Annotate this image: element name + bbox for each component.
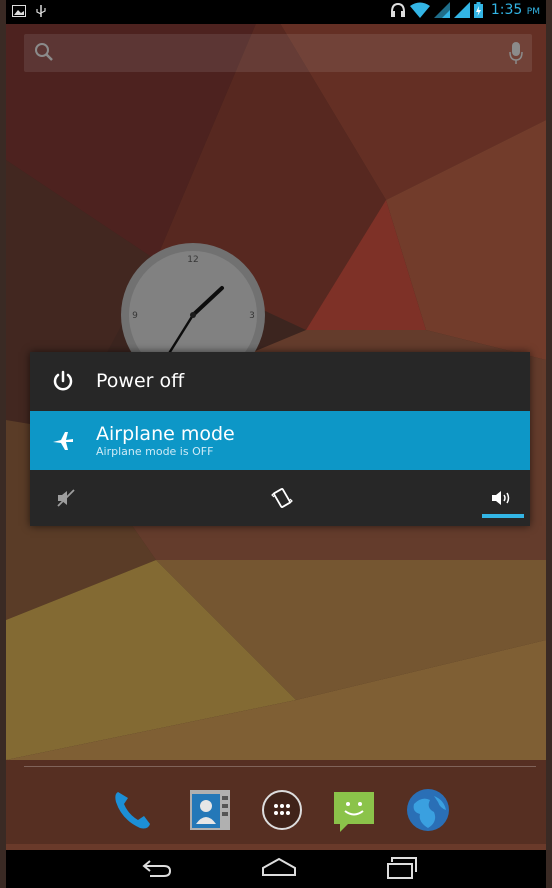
status-bar: 1:35 PM — [6, 0, 546, 24]
vibrate-icon — [271, 488, 293, 508]
browser-app-icon[interactable] — [404, 786, 452, 834]
usb-icon — [36, 5, 46, 17]
phone-app-icon[interactable] — [108, 786, 156, 834]
messaging-app-icon[interactable] — [330, 786, 378, 834]
power-off-label: Power off — [96, 370, 185, 392]
airplane-mode-status: Airplane mode is OFF — [96, 444, 214, 458]
signal-icon — [453, 2, 470, 18]
battery-icon — [473, 2, 483, 18]
vibrate-mode-button[interactable] — [252, 470, 312, 526]
signal-icon — [433, 2, 450, 18]
status-time-ampm: PM — [526, 7, 540, 17]
recent-apps-button[interactable] — [386, 856, 418, 880]
navigation-bar — [6, 850, 546, 888]
power-icon — [53, 370, 73, 391]
airplane-mode-button[interactable]: Airplane mode Airplane mode is OFF — [30, 411, 530, 470]
dock — [6, 780, 546, 844]
headset-icon — [390, 2, 405, 17]
gallery-icon — [12, 5, 26, 17]
status-time: 1:35 PM — [490, 2, 540, 18]
power-options-dialog: Power off Airplane mode Airplane mode is… — [30, 352, 530, 526]
all-apps-icon[interactable] — [258, 786, 306, 834]
back-button[interactable] — [140, 856, 174, 878]
home-button[interactable] — [260, 856, 298, 878]
wifi-icon — [409, 2, 430, 18]
contacts-app-icon[interactable] — [186, 786, 234, 834]
airplane-mode-label: Airplane mode — [96, 422, 235, 445]
volume-icon — [492, 491, 510, 505]
airplane-icon — [53, 431, 73, 450]
sound-mode-selected-indicator — [482, 514, 524, 518]
sound-mode-selector — [30, 470, 530, 526]
phone-screen: 12 3 9 1:35 PM Power off Airplane mode A… — [0, 0, 552, 888]
silent-icon — [57, 489, 75, 507]
dock-divider — [24, 766, 536, 767]
silent-mode-button[interactable] — [36, 470, 96, 526]
power-off-button[interactable]: Power off — [30, 352, 530, 410]
